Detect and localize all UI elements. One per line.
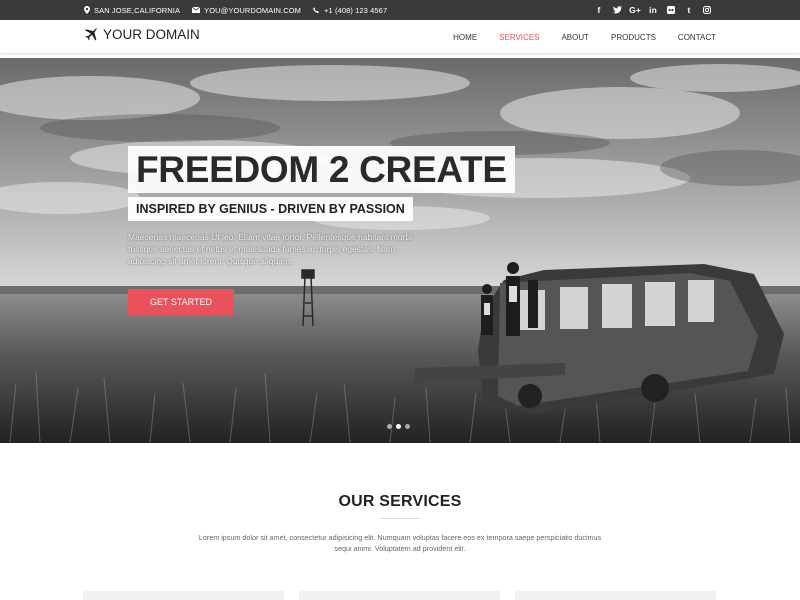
airplane-icon	[85, 28, 97, 41]
brand[interactable]: YOUR DOMAIN	[84, 27, 200, 42]
tumblr-icon[interactable]: t	[680, 5, 698, 15]
service-card-2[interactable]	[299, 591, 500, 600]
slider-dot-2[interactable]	[396, 424, 401, 429]
slider-dot-3[interactable]	[405, 424, 410, 429]
email-item[interactable]: YOU@YOURDOMAIN.COM	[192, 6, 301, 15]
brand-name: YOUR DOMAIN	[103, 27, 200, 42]
phone-icon	[313, 6, 319, 13]
map-pin-icon	[84, 6, 90, 14]
slider-dot-1[interactable]	[387, 424, 392, 429]
hero-description: Maecenas maecenas Ut leo. Etiam vitae to…	[128, 232, 412, 266]
hero-subtitle: INSPIRED BY GENIUS - DRIVEN BY PASSION	[128, 197, 413, 221]
flickr-icon[interactable]	[662, 6, 680, 14]
service-cards	[83, 591, 731, 600]
main-nav: YOUR DOMAIN HOME SERVICES ABOUT PRODUCTS…	[0, 20, 800, 54]
nav-about[interactable]: ABOUT	[561, 33, 589, 42]
nav-contact[interactable]: CONTACT	[678, 33, 716, 42]
nav-menu: HOME SERVICES ABOUT PRODUCTS CONTACT	[431, 20, 716, 54]
nav-home[interactable]: HOME	[453, 33, 477, 42]
services-description: Lorem ipsum dolor sit amet, consectetur …	[198, 533, 602, 553]
slider-dots	[387, 424, 414, 429]
email-text[interactable]: YOU@YOURDOMAIN.COM	[204, 6, 301, 15]
instagram-icon[interactable]	[698, 6, 716, 14]
get-started-button[interactable]: GET STARTED	[128, 289, 234, 315]
phone-text[interactable]: +1 (408) 123 4567	[324, 6, 387, 15]
top-bar: SAN JOSE,CALIFORNIA YOU@YOURDOMAIN.COM +…	[0, 0, 800, 20]
hero-title: FREEDOM 2 CREATE	[128, 146, 515, 193]
linkedin-icon[interactable]: in	[644, 5, 662, 15]
twitter-icon[interactable]	[608, 6, 626, 14]
social-links: f G+ in t	[590, 0, 716, 20]
contact-info: SAN JOSE,CALIFORNIA YOU@YOURDOMAIN.COM +…	[84, 0, 399, 20]
section-divider	[380, 518, 420, 519]
facebook-icon[interactable]: f	[590, 5, 608, 15]
phone-item[interactable]: +1 (408) 123 4567	[313, 6, 387, 15]
envelope-icon	[192, 7, 201, 13]
service-card-1[interactable]	[83, 591, 284, 600]
google-plus-icon[interactable]: G+	[626, 5, 644, 15]
nav-products[interactable]: PRODUCTS	[611, 33, 656, 42]
location-item: SAN JOSE,CALIFORNIA	[84, 6, 180, 15]
services-title: OUR SERVICES	[338, 493, 462, 510]
service-card-3[interactable]	[515, 591, 716, 600]
location-text: SAN JOSE,CALIFORNIA	[94, 5, 181, 15]
nav-services[interactable]: SERVICES	[499, 33, 539, 42]
